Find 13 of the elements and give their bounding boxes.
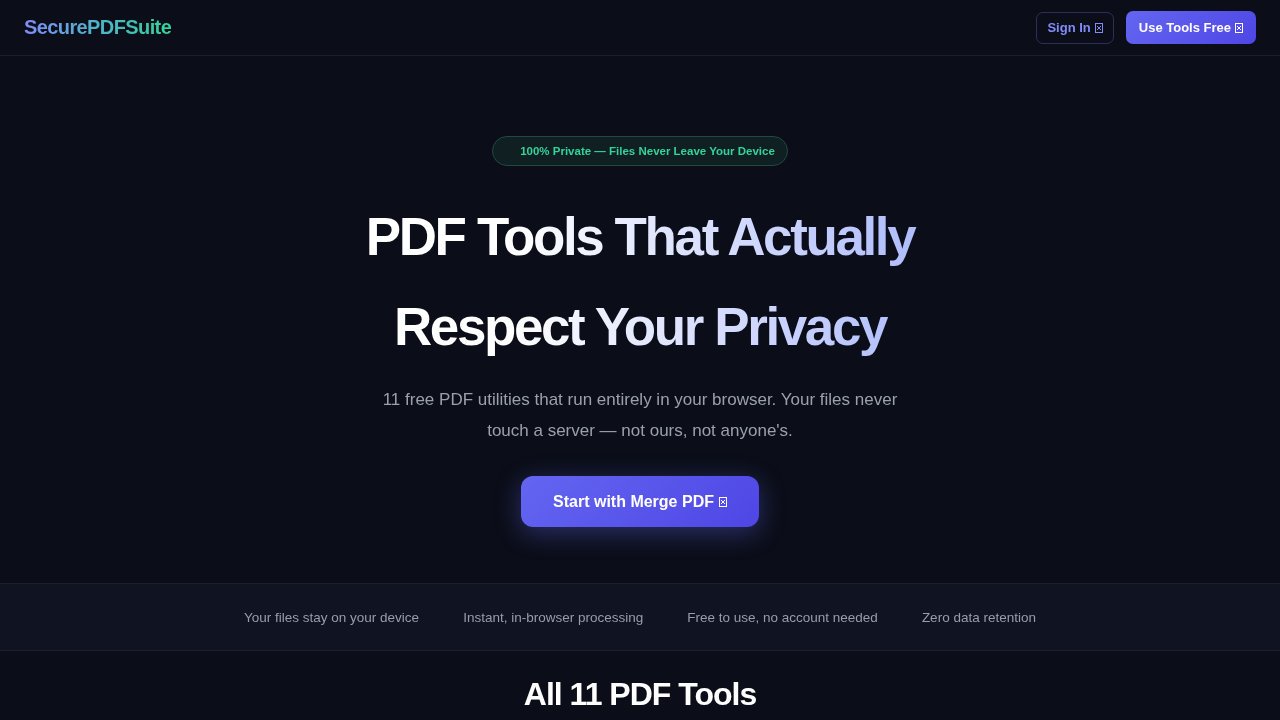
use-tools-button[interactable]: Use Tools Free	[1125, 11, 1256, 44]
missing-glyph-icon	[1094, 22, 1103, 33]
tools-heading: All 11 PDF Tools	[523, 675, 757, 713]
start-merge-button[interactable]: Start with Merge PDF	[521, 476, 759, 527]
privacy-badge: 100% Private — Files Never Leave Your Device	[492, 136, 788, 166]
sign-in-button[interactable]: Sign In	[1036, 11, 1114, 44]
hero-subtitle: 11 free PDF utilities that run entirely in your browser. Your files never touch a server — not ours, not anyone's.	[381, 389, 899, 442]
missing-glyph-icon	[718, 496, 727, 507]
feature-text: Your files stay on your device	[244, 609, 420, 625]
missing-glyph-icon	[1235, 22, 1243, 33]
feature-text: Zero data retention	[921, 609, 1036, 625]
feature-text: Instant, in-browser processing	[463, 609, 644, 625]
feature-text: Free to use, no account needed	[687, 609, 878, 625]
